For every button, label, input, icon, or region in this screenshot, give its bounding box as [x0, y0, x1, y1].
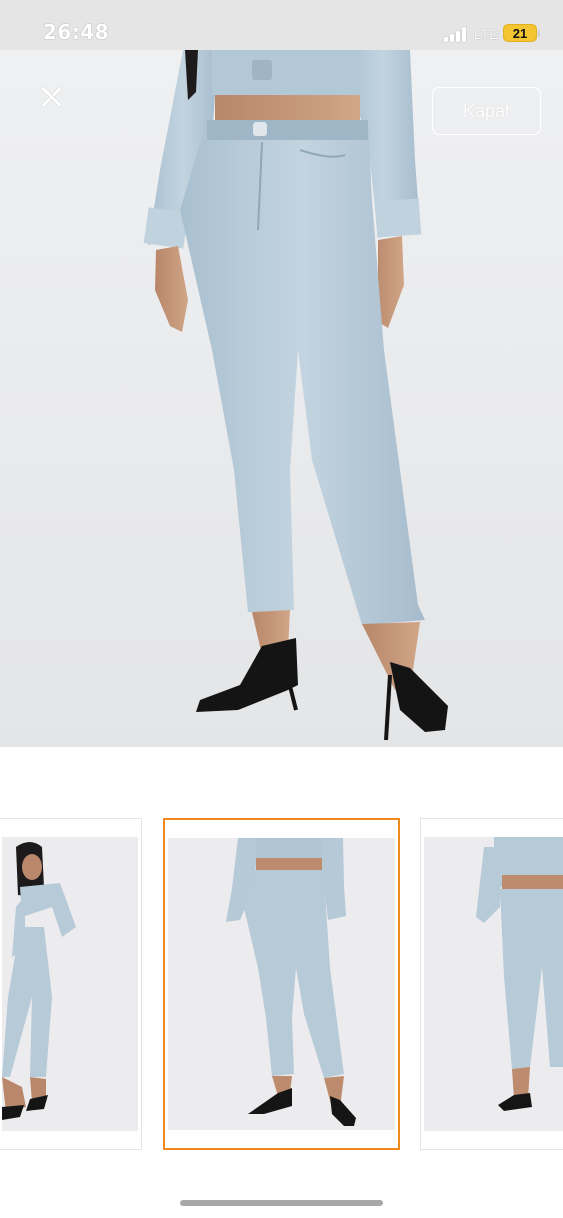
- close-text-button[interactable]: Kapat: [432, 87, 541, 135]
- thumbnail-image: [168, 838, 395, 1130]
- thumbnail-image: [424, 837, 563, 1131]
- status-time: 26:48: [43, 20, 110, 44]
- thumbnail-back-view[interactable]: [420, 818, 563, 1150]
- home-indicator: [180, 1200, 383, 1206]
- network-label: LTE: [474, 26, 499, 42]
- status-bar: 26:48 LTE 21: [0, 0, 563, 50]
- signal-icon: [444, 25, 470, 42]
- product-hero-image[interactable]: [0, 50, 563, 747]
- thumbnail-front-view[interactable]: [163, 818, 400, 1150]
- close-icon[interactable]: [34, 82, 68, 112]
- thumbnail-side-view[interactable]: [0, 818, 142, 1150]
- battery-icon: 21: [503, 24, 540, 42]
- battery-level: 21: [512, 26, 528, 41]
- thumbnail-image: [2, 837, 138, 1131]
- hero-photo-illustration: [143, 50, 448, 741]
